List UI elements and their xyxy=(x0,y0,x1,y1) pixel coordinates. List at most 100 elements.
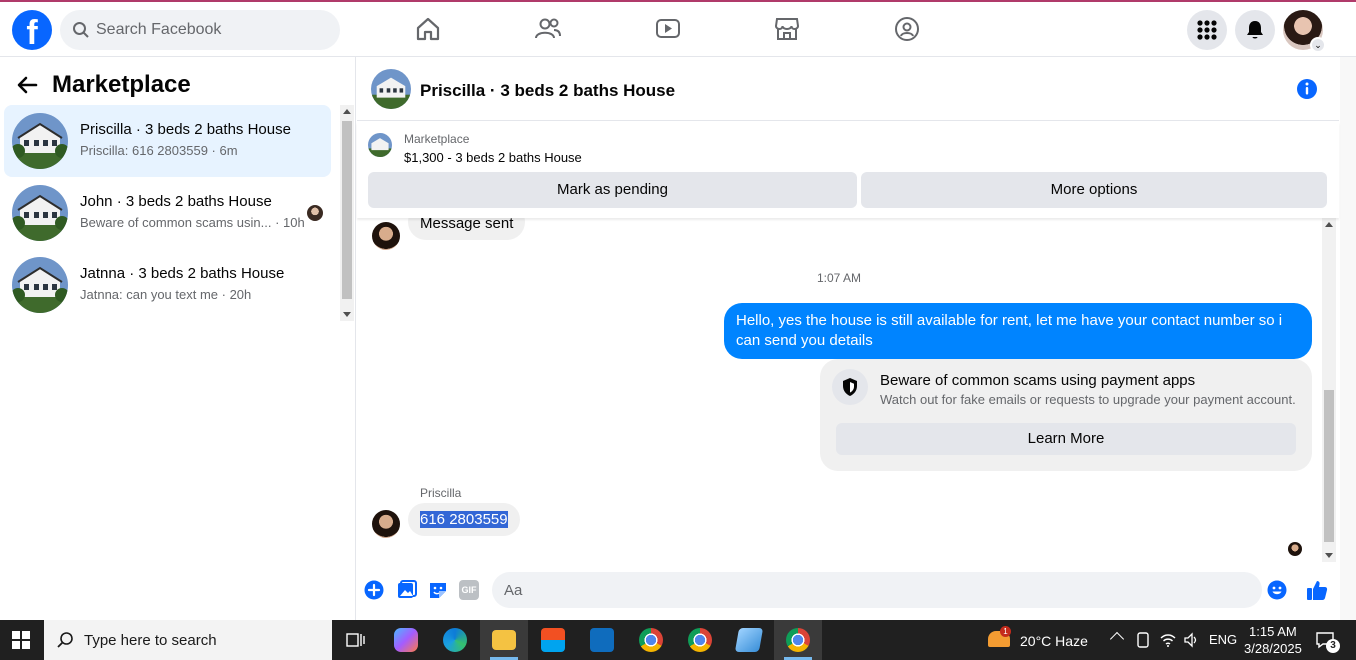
taskbar-search[interactable]: Type here to search xyxy=(44,620,332,660)
marketplace-icon[interactable] xyxy=(773,15,801,43)
info-icon[interactable] xyxy=(1296,78,1318,100)
home-icon[interactable] xyxy=(414,15,442,43)
task-view-button[interactable] xyxy=(332,620,380,660)
chevron-up-icon[interactable] xyxy=(1109,631,1125,647)
start-button[interactable] xyxy=(0,620,44,660)
emoji-icon[interactable] xyxy=(1267,580,1287,600)
listing-thumbnail xyxy=(12,257,68,313)
notifications-button[interactable] xyxy=(1235,10,1275,50)
windows-taskbar: Type here to search 1 20°C Haze ENG 1:15… xyxy=(0,620,1356,660)
bell-icon xyxy=(1247,21,1263,39)
notification-count-badge: 3 xyxy=(1326,639,1340,653)
page-title: Marketplace xyxy=(52,71,191,98)
listing-price-title[interactable]: $1,300 - 3 beds 2 baths House xyxy=(404,150,582,165)
thread-scrollbar[interactable] xyxy=(1322,218,1336,562)
listing-small-thumbnail[interactable] xyxy=(368,133,392,157)
weather-badge: 1 xyxy=(1000,626,1011,637)
selected-phone-number[interactable]: 616 2803559 xyxy=(420,511,508,528)
clock-date[interactable]: 3/28/2025 xyxy=(1244,641,1302,656)
meet-now-icon[interactable] xyxy=(1136,632,1150,648)
taskbar-store[interactable] xyxy=(529,620,577,660)
taskbar-chrome-active[interactable] xyxy=(774,620,822,660)
chat-header: Priscilla · 3 beds 2 baths House xyxy=(357,57,1339,121)
back-arrow-icon[interactable] xyxy=(16,74,38,96)
plus-circle-icon[interactable] xyxy=(364,580,384,600)
shield-icon xyxy=(832,369,868,405)
message-input[interactable] xyxy=(504,572,1244,608)
like-icon[interactable] xyxy=(1306,579,1328,601)
video-icon[interactable] xyxy=(654,15,682,43)
message-thread: Message sent 1:07 AM Hello, yes the hous… xyxy=(357,218,1339,562)
language-indicator[interactable]: ENG xyxy=(1209,632,1237,647)
incoming-message[interactable]: 616 2803559 xyxy=(408,503,520,536)
search-input[interactable] xyxy=(96,10,326,50)
weather-widget[interactable]: 1 20°C Haze xyxy=(986,626,1092,654)
menu-button[interactable] xyxy=(1187,10,1227,50)
scroll-down-icon[interactable] xyxy=(343,312,351,317)
more-options-button[interactable]: More options xyxy=(861,172,1327,208)
taskbar-chrome-profile[interactable] xyxy=(627,620,675,660)
copilot-icon xyxy=(394,628,418,652)
folder-icon xyxy=(492,630,516,650)
taskbar-outlook[interactable] xyxy=(578,620,626,660)
taskbar-edge[interactable] xyxy=(431,620,479,660)
message-sent-bubble: Message sent xyxy=(408,218,526,240)
listing-category: Marketplace xyxy=(404,132,470,146)
scam-warning-title: Beware of common scams using payment app… xyxy=(880,372,1196,389)
sticker-icon[interactable] xyxy=(428,580,448,600)
sender-avatar[interactable] xyxy=(372,222,400,250)
chrome-icon xyxy=(688,628,712,652)
conversation-item-priscilla[interactable]: Priscilla · 3 beds 2 baths House Priscil… xyxy=(4,105,331,177)
search-box[interactable] xyxy=(60,10,340,50)
listing-banner: Marketplace $1,300 - 3 beds 2 baths Hous… xyxy=(357,122,1339,218)
scroll-down-icon[interactable] xyxy=(1325,553,1333,558)
conversation-preview: Beware of common scams usin... · 10h xyxy=(80,215,305,230)
chevron-down-icon[interactable]: ⌄ xyxy=(1310,37,1326,53)
taskbar-copilot[interactable] xyxy=(382,620,430,660)
scam-warning-card: Beware of common scams using payment app… xyxy=(820,359,1312,471)
learn-more-button[interactable]: Learn More xyxy=(836,423,1296,455)
notification-center-button[interactable]: 3 xyxy=(1310,620,1356,660)
page-scrollbar[interactable] xyxy=(1340,57,1356,620)
photo-icon[interactable] xyxy=(397,580,417,600)
conversation-item-jatnna[interactable]: Jatnna · 3 beds 2 baths House Jatnna: ca… xyxy=(4,249,331,321)
profile-avatar[interactable]: ⌄ xyxy=(1283,10,1326,53)
scroll-up-icon[interactable] xyxy=(1325,222,1333,227)
taskbar-chrome[interactable] xyxy=(676,620,724,660)
facebook-logo[interactable]: f xyxy=(12,10,52,50)
chat-title[interactable]: Priscilla · 3 beds 2 baths House xyxy=(420,81,675,101)
seen-avatar xyxy=(1288,542,1302,556)
friends-icon[interactable] xyxy=(534,15,562,43)
taskbar-file-explorer[interactable] xyxy=(480,620,528,660)
scrollbar-thumb[interactable] xyxy=(342,121,352,299)
wifi-icon[interactable] xyxy=(1160,632,1176,648)
conversation-item-john[interactable]: John · 3 beds 2 baths House Beware of co… xyxy=(4,177,331,249)
seen-avatar xyxy=(307,205,323,221)
mark-as-pending-button[interactable]: Mark as pending xyxy=(368,172,857,208)
grid-menu-icon xyxy=(1197,20,1217,40)
sender-name: Priscilla xyxy=(420,486,462,500)
windows-logo-icon xyxy=(12,631,30,649)
inbox-scrollbar[interactable] xyxy=(340,105,354,321)
conversation-name: Jatnna · 3 beds 2 baths House xyxy=(80,265,285,282)
taskbar-app-notes[interactable] xyxy=(725,620,773,660)
groups-icon[interactable] xyxy=(893,15,921,43)
edge-icon xyxy=(443,628,467,652)
sender-avatar[interactable] xyxy=(372,510,400,538)
weather-text: 20°C Haze xyxy=(1020,633,1088,649)
volume-icon[interactable] xyxy=(1183,632,1199,648)
search-icon xyxy=(57,632,73,648)
message-input-wrapper[interactable] xyxy=(492,572,1262,608)
task-view-icon xyxy=(346,633,365,647)
conversation-preview: Priscilla: 616 2803559 · 6m xyxy=(80,143,238,158)
chat-listing-avatar[interactable] xyxy=(371,69,411,109)
gif-button[interactable]: GIF xyxy=(459,580,479,600)
listing-thumbnail xyxy=(12,113,68,169)
scrollbar-thumb[interactable] xyxy=(1324,390,1334,542)
scroll-up-icon[interactable] xyxy=(343,109,351,114)
conversation-name: Priscilla · 3 beds 2 baths House xyxy=(80,121,291,138)
clock-time[interactable]: 1:15 AM xyxy=(1249,624,1297,639)
conversation-name: John · 3 beds 2 baths House xyxy=(80,193,272,210)
search-icon xyxy=(73,22,89,38)
outgoing-message[interactable]: Hello, yes the house is still available … xyxy=(724,303,1312,359)
